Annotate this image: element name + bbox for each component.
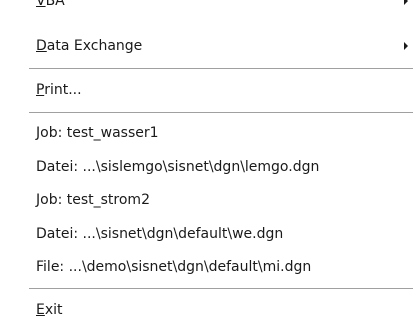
menu-item-exit-rest: xit bbox=[44, 302, 63, 318]
menu-item-data-exchange-label: Data Exchange bbox=[36, 33, 142, 59]
menu-item-exit[interactable]: Exit bbox=[0, 297, 417, 323]
menu-item-data-exchange[interactable]: Data Exchange bbox=[0, 33, 417, 59]
context-menu: VBA Data Exchange Print... Job: test_was… bbox=[0, 0, 417, 327]
menu-item-vba-mnemonic: V bbox=[36, 0, 46, 9]
menu-separator bbox=[29, 288, 413, 290]
submenu-arrow-icon bbox=[404, 0, 408, 5]
menu-item-print-mnemonic: P bbox=[36, 82, 45, 98]
menu-item-vba-label: VBA bbox=[36, 0, 65, 14]
recent-file-label: Job: test_wasser1 bbox=[36, 125, 159, 141]
menu-item-vba-rest: BA bbox=[45, 0, 65, 9]
menu-item-print-rest: rint... bbox=[44, 82, 82, 98]
menu-item-vba[interactable]: VBA bbox=[0, 0, 417, 14]
menu-item-data-exchange-mnemonic: D bbox=[36, 38, 47, 54]
menu-separator bbox=[29, 112, 413, 114]
menu-item-recent-1[interactable]: Job: test_wasser1 bbox=[0, 120, 417, 146]
menu-item-recent-2[interactable]: Datei: ...\sislemgo\sisnet\dgn\lemgo.dgn bbox=[0, 154, 417, 180]
recent-file-label: Job: test_strom2 bbox=[36, 192, 150, 208]
menu-item-recent-3[interactable]: Job: test_strom2 bbox=[0, 187, 417, 213]
recent-file-label: File: ...\demo\sisnet\dgn\default\mi.dgn bbox=[36, 259, 312, 275]
menu-item-exit-label: Exit bbox=[36, 297, 63, 323]
menu-item-print-label: Print... bbox=[36, 77, 82, 103]
menu-item-data-exchange-rest: ata Exchange bbox=[46, 38, 143, 54]
recent-file-label: Datei: ...\sisnet\dgn\default\we.dgn bbox=[36, 226, 284, 242]
menu-separator bbox=[29, 68, 413, 70]
menu-item-recent-5[interactable]: File: ...\demo\sisnet\dgn\default\mi.dgn bbox=[0, 254, 417, 280]
recent-file-label: Datei: ...\sislemgo\sisnet\dgn\lemgo.dgn bbox=[36, 159, 320, 175]
menu-item-exit-mnemonic: E bbox=[36, 302, 45, 318]
menu-item-recent-4[interactable]: Datei: ...\sisnet\dgn\default\we.dgn bbox=[0, 221, 417, 247]
menu-item-print[interactable]: Print... bbox=[0, 77, 417, 103]
submenu-arrow-icon bbox=[404, 42, 408, 50]
